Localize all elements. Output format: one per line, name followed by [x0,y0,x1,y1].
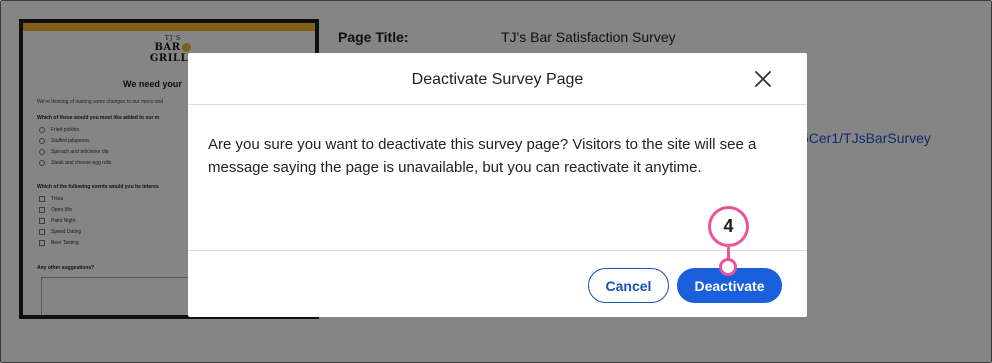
screenshot-frame: TJ'S BARGRILLE We need your We're thinki… [0,0,992,363]
dialog-footer: Cancel Deactivate [188,250,807,317]
dialog-title: Deactivate Survey Page [411,71,584,88]
close-icon[interactable] [753,69,773,89]
deactivate-dialog: Deactivate Survey Page Are you sure you … [188,53,807,317]
step-callout: 4 [708,206,749,247]
step-callout-pointer [719,258,737,276]
cancel-button[interactable]: Cancel [588,268,669,303]
dialog-message: Are you sure you want to deactivate this… [208,136,757,176]
dialog-header: Deactivate Survey Page [188,53,807,105]
